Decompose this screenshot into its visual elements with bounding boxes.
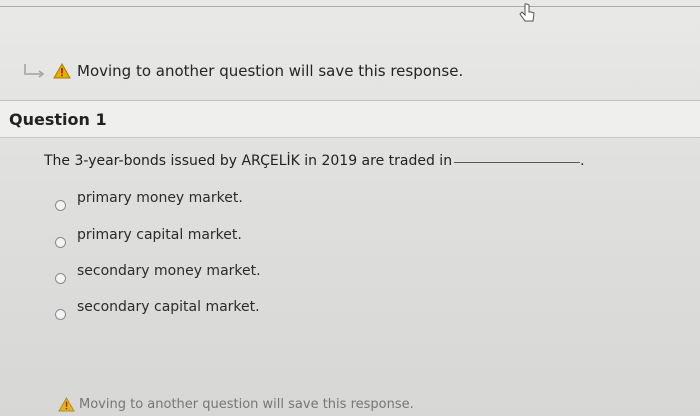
save-notice-text-bottom: Moving to another question will save thi… <box>79 397 414 412</box>
option-label: primary money market. <box>77 190 243 206</box>
mouse-pointer-icon <box>519 3 535 22</box>
question-title: Question 1 <box>9 110 107 129</box>
option-2[interactable]: primary capital market. <box>55 227 242 248</box>
return-arrow-icon <box>24 64 45 78</box>
save-notice-top: Moving to another question will save thi… <box>21 58 463 84</box>
radio-button[interactable] <box>55 273 66 284</box>
save-notice-text: Moving to another question will save thi… <box>77 62 464 80</box>
option-1[interactable]: primary money market. <box>55 190 243 211</box>
option-label: secondary money market. <box>77 263 261 279</box>
option-4[interactable]: secondary capital market. <box>55 299 260 320</box>
save-notice-bottom: Moving to another question will save thi… <box>58 397 414 412</box>
option-label: secondary capital market. <box>77 299 260 315</box>
warning-icon <box>58 397 75 412</box>
prompt-trailing-punctuation: . <box>580 153 585 169</box>
question-prompt: The 3-year-bonds issued by ARÇELİK in 20… <box>44 153 585 169</box>
question-prompt-text: The 3-year-bonds issued by ARÇELİK in 20… <box>44 153 453 169</box>
question-header: Question 1 <box>0 100 700 138</box>
top-divider <box>0 6 700 7</box>
radio-button[interactable] <box>55 200 66 211</box>
option-3[interactable]: secondary money market. <box>55 263 261 284</box>
warning-icon <box>53 63 71 79</box>
option-label: primary capital market. <box>77 227 242 243</box>
radio-button[interactable] <box>55 309 66 320</box>
answer-blank <box>454 162 581 163</box>
radio-button[interactable] <box>55 237 66 248</box>
